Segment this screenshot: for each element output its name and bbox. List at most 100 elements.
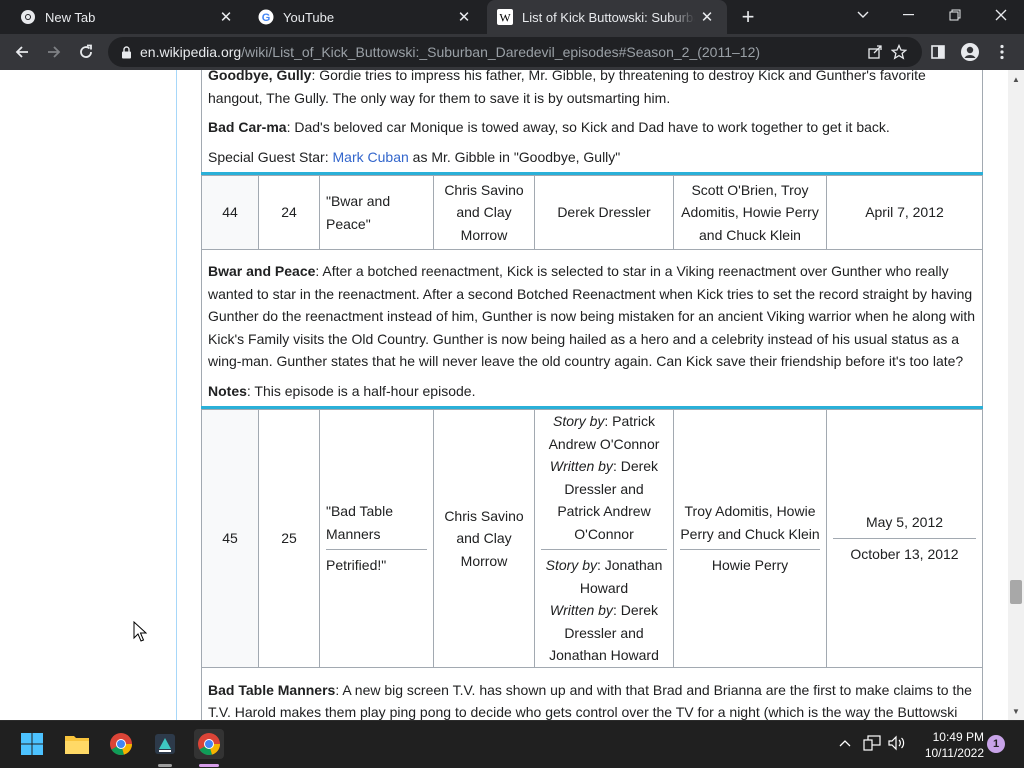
episode-overall-number: 44 xyxy=(201,175,259,250)
app-icon[interactable] xyxy=(150,729,180,759)
browser-toolbar: en.wikipedia.org/wiki/List_of_Kick_Butto… xyxy=(0,34,1024,70)
episode-title: "Bwar and Peace" xyxy=(319,175,434,250)
mark-cuban-link[interactable]: Mark Cuban xyxy=(333,149,409,165)
episode-air-date: April 7, 2012 xyxy=(826,175,983,250)
mouse-cursor-icon xyxy=(133,621,147,642)
episode-storyboard-by: Troy Adomitis, Howie Perry and Chuck Kle… xyxy=(673,409,827,668)
episode-season-number: 24 xyxy=(258,175,320,250)
running-indicator xyxy=(158,764,172,767)
storyboard-part-a: Troy Adomitis, Howie Perry and Chuck Kle… xyxy=(680,503,820,542)
episode-overall-number: 45 xyxy=(201,409,259,668)
episode-air-date: May 5, 2012 October 13, 2012 xyxy=(826,409,983,668)
title-divider xyxy=(326,549,427,550)
episode-title-part-a: "Bad Table Manners xyxy=(326,503,393,542)
bookmark-star-icon[interactable] xyxy=(888,41,910,63)
google-icon: G xyxy=(258,9,274,25)
tab-wikipedia[interactable]: W List of Kick Buttowski: Suburban Dared… xyxy=(487,0,727,34)
url-text: en.wikipedia.org/wiki/List_of_Kick_Butto… xyxy=(140,44,760,60)
air-date-a: May 5, 2012 xyxy=(865,514,944,531)
scroll-up-icon[interactable]: ▲ xyxy=(1010,73,1022,85)
url-path: /wiki/List_of_Kick_Buttowski:_Suburban_D… xyxy=(241,44,761,60)
episode-storyboard-by: Scott O'Brien, Troy Adomitis, Howie Perr… xyxy=(673,175,827,250)
tab-title: List of Kick Buttowski: Suburban Daredev… xyxy=(522,9,695,25)
written-part-b: Story by: Jonathan Howard Written by: Der… xyxy=(541,554,667,667)
storyboard-divider xyxy=(680,549,820,550)
share-icon[interactable] xyxy=(864,41,886,63)
page-content: Goodbye, Gully: Gordie tries to impress … xyxy=(0,70,1008,720)
tab-strip: New Tab ✕ G YouTube ✕ W List of Kick But… xyxy=(0,0,1024,34)
close-tab-icon[interactable]: ✕ xyxy=(695,5,719,29)
episode-written-by: Derek Dressler xyxy=(534,175,674,250)
summary-title: Goodbye, Gully xyxy=(208,70,312,83)
episode-summary-44: Bwar and Peace: After a botched reenactm… xyxy=(201,250,983,406)
summary-title: Bad Table Manners xyxy=(208,681,336,698)
written-part-a: Story by: Patrick Andrew O'Connor Written… xyxy=(541,410,667,545)
notes-label: Notes xyxy=(208,382,247,399)
chrome-icon[interactable] xyxy=(106,729,136,759)
start-icon[interactable] xyxy=(17,729,47,759)
lock-icon[interactable] xyxy=(121,45,132,59)
network-icon[interactable] xyxy=(862,733,882,753)
notification-badge[interactable]: 1 xyxy=(987,735,1005,753)
storyboard-part-b: Howie Perry xyxy=(711,557,789,573)
svg-text:W: W xyxy=(499,11,511,25)
wikipedia-icon: W xyxy=(497,9,513,25)
story-by-label: Story by xyxy=(553,413,605,429)
episode-table: Goodbye, Gully: Gordie tries to impress … xyxy=(201,70,983,720)
summary-title: Bwar and Peace xyxy=(208,263,316,279)
clock-date: 10/11/2022 xyxy=(924,746,984,760)
summary-text: : Dad's beloved car Monique is towed awa… xyxy=(286,119,890,135)
chevron-up-icon[interactable] xyxy=(835,733,855,753)
episode-written-by: Story by: Patrick Andrew O'Connor Written… xyxy=(534,409,674,668)
episode-title-part-b: Petrified!" xyxy=(326,557,387,573)
windows-taskbar: 10:49 PM 10/11/2022 xyxy=(0,720,1024,768)
menu-kebab-icon[interactable] xyxy=(989,39,1015,65)
minimize-icon[interactable] xyxy=(886,0,932,30)
tab-title: New Tab xyxy=(45,9,96,25)
air-date-divider xyxy=(833,537,976,539)
episode-summary-45: Bad Table Manners: A new big screen T.V.… xyxy=(201,667,983,720)
summary-text: : Gordie tries to impress his father, Mr… xyxy=(208,70,926,106)
close-window-icon[interactable] xyxy=(978,0,1024,30)
episode-season-number: 25 xyxy=(258,409,320,668)
side-panel-icon[interactable] xyxy=(925,39,951,65)
reload-icon[interactable] xyxy=(73,39,99,65)
address-bar[interactable]: en.wikipedia.org/wiki/List_of_Kick_Butto… xyxy=(108,37,922,67)
air-date-b: October 13, 2012 xyxy=(850,545,959,562)
chrome-active-icon[interactable] xyxy=(194,729,224,759)
tab-new-tab[interactable]: New Tab ✕ xyxy=(0,0,246,34)
url-host: en.wikipedia.org xyxy=(140,44,242,60)
notes-text: : This episode is a half-hour episode. xyxy=(246,382,476,399)
file-explorer-icon[interactable] xyxy=(62,729,92,759)
episode-row-45: 45 25 "Bad Table Manners Petrified!" Chr… xyxy=(201,409,983,668)
scrollbar-thumb[interactable] xyxy=(1010,580,1022,604)
back-icon[interactable] xyxy=(9,39,35,65)
volume-icon[interactable] xyxy=(887,733,907,753)
profile-avatar-icon[interactable] xyxy=(957,39,983,65)
story-by-label: Story by xyxy=(545,557,597,573)
tab-title: YouTube xyxy=(283,9,335,25)
taskbar-clock[interactable]: 10:49 PM 10/11/2022 xyxy=(914,729,984,761)
written-divider xyxy=(541,549,667,550)
page-scrollbar[interactable] xyxy=(1008,70,1024,720)
new-tab-button[interactable]: + xyxy=(736,4,760,29)
tab-search-icon[interactable] xyxy=(840,0,886,30)
guest-star-suffix: as Mr. Gibble in "Goodbye, Gully" xyxy=(408,148,621,165)
written-by-label: Written by xyxy=(549,458,613,474)
active-indicator xyxy=(199,764,219,767)
scroll-down-icon[interactable]: ▼ xyxy=(1010,705,1022,717)
summary-text: : After a botched reenactment, Kick is s… xyxy=(208,263,976,369)
clock-time: 10:49 PM xyxy=(932,730,984,744)
episode-title: "Bad Table Manners Petrified!" xyxy=(319,409,434,668)
restore-icon[interactable] xyxy=(932,0,978,30)
episode-summary-43: Goodbye, Gully: Gordie tries to impress … xyxy=(201,70,983,172)
written-by-label: Written by xyxy=(549,602,613,618)
episode-directed-by: Chris Savino and Clay Morrow xyxy=(433,175,535,250)
guest-star-prefix: Special Guest Star: xyxy=(208,148,333,165)
svg-text:G: G xyxy=(262,12,271,24)
close-tab-icon[interactable]: ✕ xyxy=(452,5,476,29)
forward-icon[interactable] xyxy=(41,39,67,65)
tab-youtube[interactable]: G YouTube ✕ xyxy=(238,0,484,34)
close-tab-icon[interactable]: ✕ xyxy=(214,5,238,29)
episode-directed-by: Chris Savino and Clay Morrow xyxy=(433,409,535,668)
